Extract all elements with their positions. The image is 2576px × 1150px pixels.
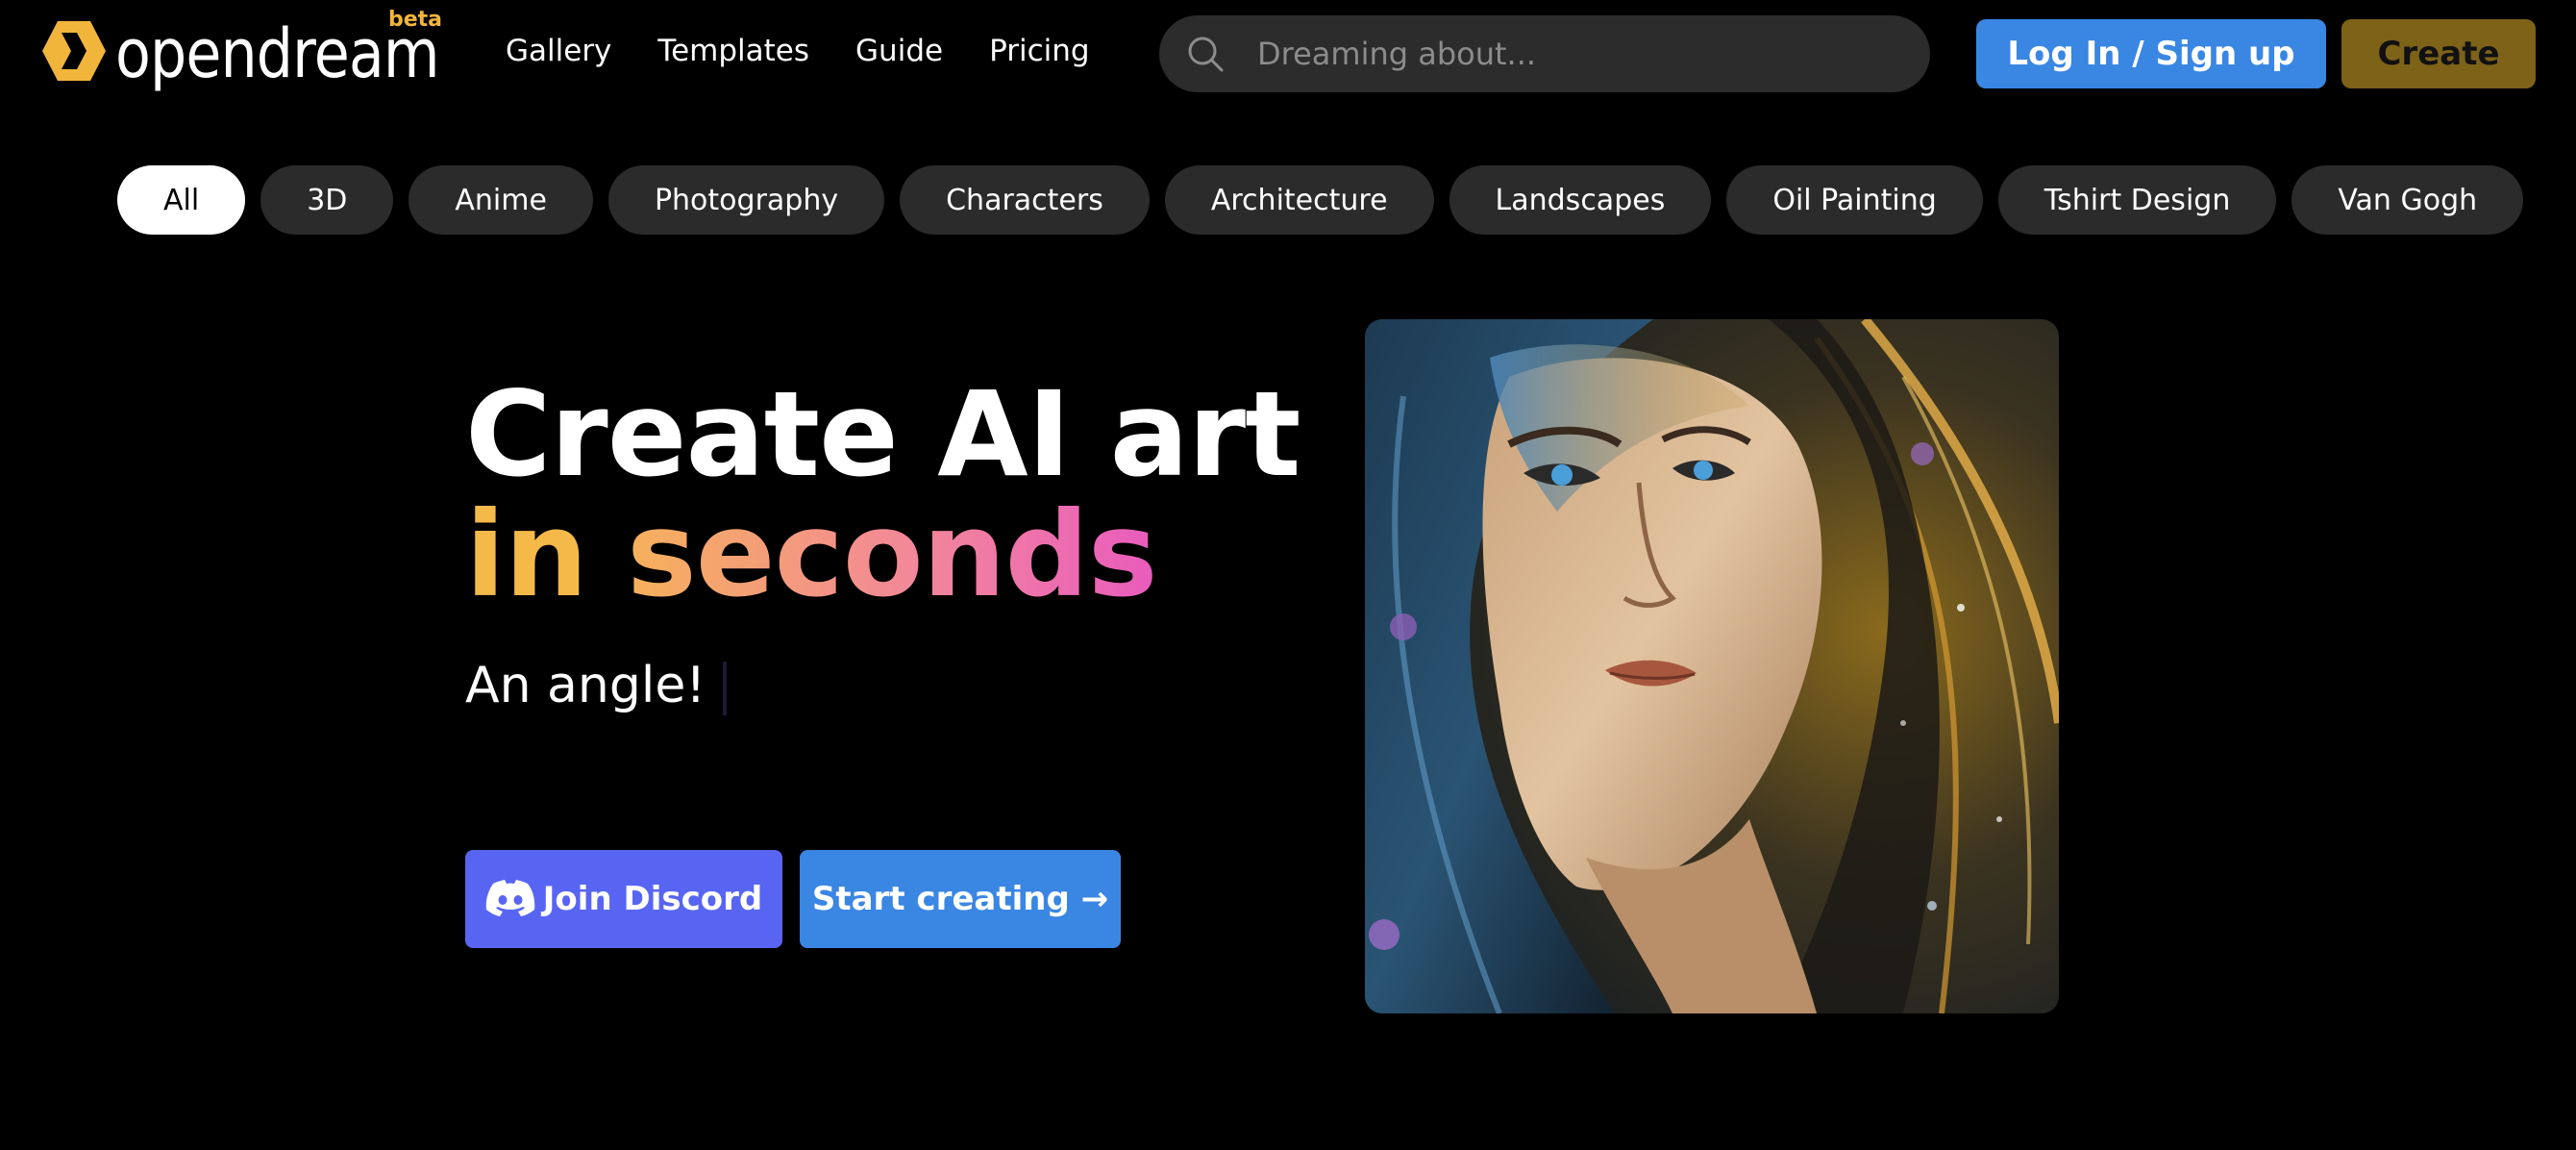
start-creating-button[interactable]: Start creating →	[800, 850, 1121, 948]
hero-title-in: in	[465, 487, 588, 623]
category-pill-architecture[interactable]: Architecture	[1164, 165, 1434, 235]
login-signup-button[interactable]: Log In / Sign up	[1976, 19, 2326, 88]
category-pill-characters[interactable]: Characters	[900, 165, 1150, 235]
category-pill-oil-painting[interactable]: Oil Painting	[1726, 165, 1983, 235]
category-pill-all[interactable]: All	[117, 165, 246, 235]
hero-title-highlight: in seconds	[465, 492, 1157, 617]
typing-prompt-text: An angle!	[465, 654, 728, 717]
category-pill-van-gogh[interactable]: Van Gogh	[2291, 165, 2524, 235]
nav-pricing[interactable]: Pricing	[989, 29, 1090, 73]
opendream-logo-icon	[42, 21, 106, 81]
category-pill-tshirt-design[interactable]: Tshirt Design	[1997, 165, 2277, 235]
typing-text: An angle!	[465, 657, 706, 714]
main-nav: Gallery Templates Guide Pricing	[506, 29, 1090, 73]
typing-caret	[723, 662, 728, 715]
hero-artwork-portrait	[1365, 319, 2059, 1013]
opendream-logo[interactable]: opendream beta	[40, 8, 444, 92]
search-icon	[1188, 37, 1224, 72]
create-button[interactable]: Create	[2341, 19, 2536, 88]
join-discord-button[interactable]: Join Discord	[465, 850, 782, 948]
beta-badge: beta	[388, 8, 443, 32]
discord-icon	[485, 880, 535, 916]
category-pill-landscapes[interactable]: Landscapes	[1449, 165, 1712, 235]
join-discord-label: Join Discord	[542, 880, 763, 918]
hero-title: Create AI art	[465, 366, 1300, 503]
search-input[interactable]	[1257, 15, 1911, 92]
category-filter-bar: All 3D Anime Photography Characters Arch…	[117, 165, 2524, 235]
category-pill-3d[interactable]: 3D	[260, 165, 394, 235]
nav-gallery[interactable]: Gallery	[506, 29, 611, 73]
search-bar[interactable]	[1159, 15, 1930, 92]
category-pill-photography[interactable]: Photography	[607, 165, 885, 235]
top-navbar: opendream beta Gallery Templates Guide P…	[0, 0, 2576, 106]
hero-artwork	[1365, 319, 2059, 1013]
nav-guide[interactable]: Guide	[855, 29, 943, 73]
hero-title-seconds: seconds	[627, 487, 1157, 623]
nav-templates[interactable]: Templates	[657, 29, 809, 73]
category-pill-anime[interactable]: Anime	[409, 165, 593, 235]
